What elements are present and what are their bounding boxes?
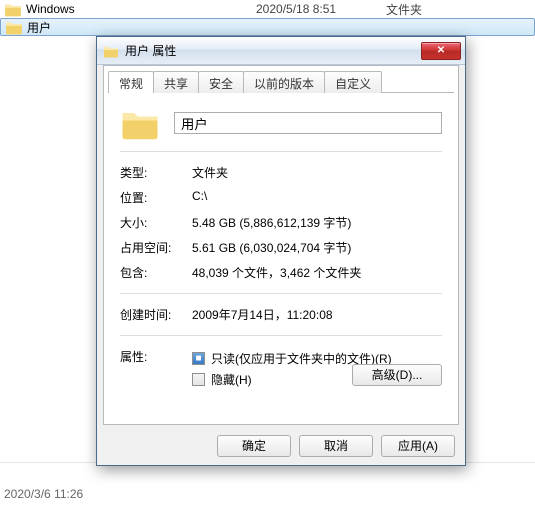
- dialog-titlebar[interactable]: 用户 属性 ✕: [97, 37, 465, 65]
- status-bar-text: 2020/3/6 11:26: [4, 487, 83, 501]
- label-type: 类型:: [120, 164, 192, 181]
- label-contains: 包含:: [120, 264, 192, 281]
- folder-icon: [103, 43, 119, 59]
- value-size: 5.48 GB (5,886,612,139 字节): [192, 214, 442, 231]
- label-created: 创建时间:: [120, 306, 192, 323]
- apply-button[interactable]: 应用(A): [381, 435, 455, 457]
- checkbox-icon: ■: [192, 352, 205, 365]
- label-ondisk: 占用空间:: [120, 239, 192, 256]
- tab-4[interactable]: 自定义: [324, 71, 382, 93]
- checkbox-hidden-label: 隐藏(H): [211, 371, 252, 388]
- value-contains: 48,039 个文件，3,462 个文件夹: [192, 264, 442, 281]
- close-button[interactable]: ✕: [421, 42, 461, 60]
- cancel-button[interactable]: 取消: [299, 435, 373, 457]
- file-name: 用户: [27, 19, 257, 36]
- dialog-body: 常规共享安全以前的版本自定义 类型:文件夹 位置:C:\ 大小:5.48 GB …: [103, 65, 459, 425]
- value-created: 2009年7月14日，11:20:08: [192, 306, 442, 323]
- tab-1[interactable]: 共享: [153, 71, 199, 93]
- close-icon: ✕: [437, 45, 445, 56]
- file-row[interactable]: 用户: [0, 18, 535, 36]
- folder-name-input[interactable]: [174, 112, 442, 134]
- file-row[interactable]: Windows2020/5/18 8:51文件夹: [0, 0, 535, 18]
- label-location: 位置:: [120, 189, 192, 206]
- advanced-button[interactable]: 高级(D)...: [352, 364, 442, 386]
- value-ondisk: 5.61 GB (6,030,024,704 字节): [192, 239, 442, 256]
- tab-content-general: 类型:文件夹 位置:C:\ 大小:5.48 GB (5,886,612,139 …: [104, 93, 458, 404]
- value-type: 文件夹: [192, 164, 442, 181]
- label-attributes: 属性:: [120, 348, 192, 390]
- file-name: Windows: [26, 2, 256, 16]
- ok-button[interactable]: 确定: [217, 435, 291, 457]
- dialog-button-row: 确定 取消 应用(A): [217, 435, 455, 457]
- folder-icon: [4, 0, 22, 18]
- dialog-title: 用户 属性: [125, 42, 421, 59]
- properties-dialog: 用户 属性 ✕ 常规共享安全以前的版本自定义 类型:文件夹 位置:C:\ 大小:…: [96, 36, 466, 466]
- tab-2[interactable]: 安全: [198, 71, 244, 93]
- file-date: 2020/5/18 8:51: [256, 2, 386, 16]
- label-size: 大小:: [120, 214, 192, 231]
- checkbox-icon: [192, 373, 205, 386]
- folder-icon: [120, 103, 160, 143]
- file-type: 文件夹: [386, 1, 466, 18]
- folder-icon: [5, 18, 23, 36]
- tab-0[interactable]: 常规: [108, 71, 154, 93]
- tab-3[interactable]: 以前的版本: [243, 71, 325, 93]
- tab-strip: 常规共享安全以前的版本自定义: [108, 70, 458, 92]
- value-location: C:\: [192, 189, 442, 206]
